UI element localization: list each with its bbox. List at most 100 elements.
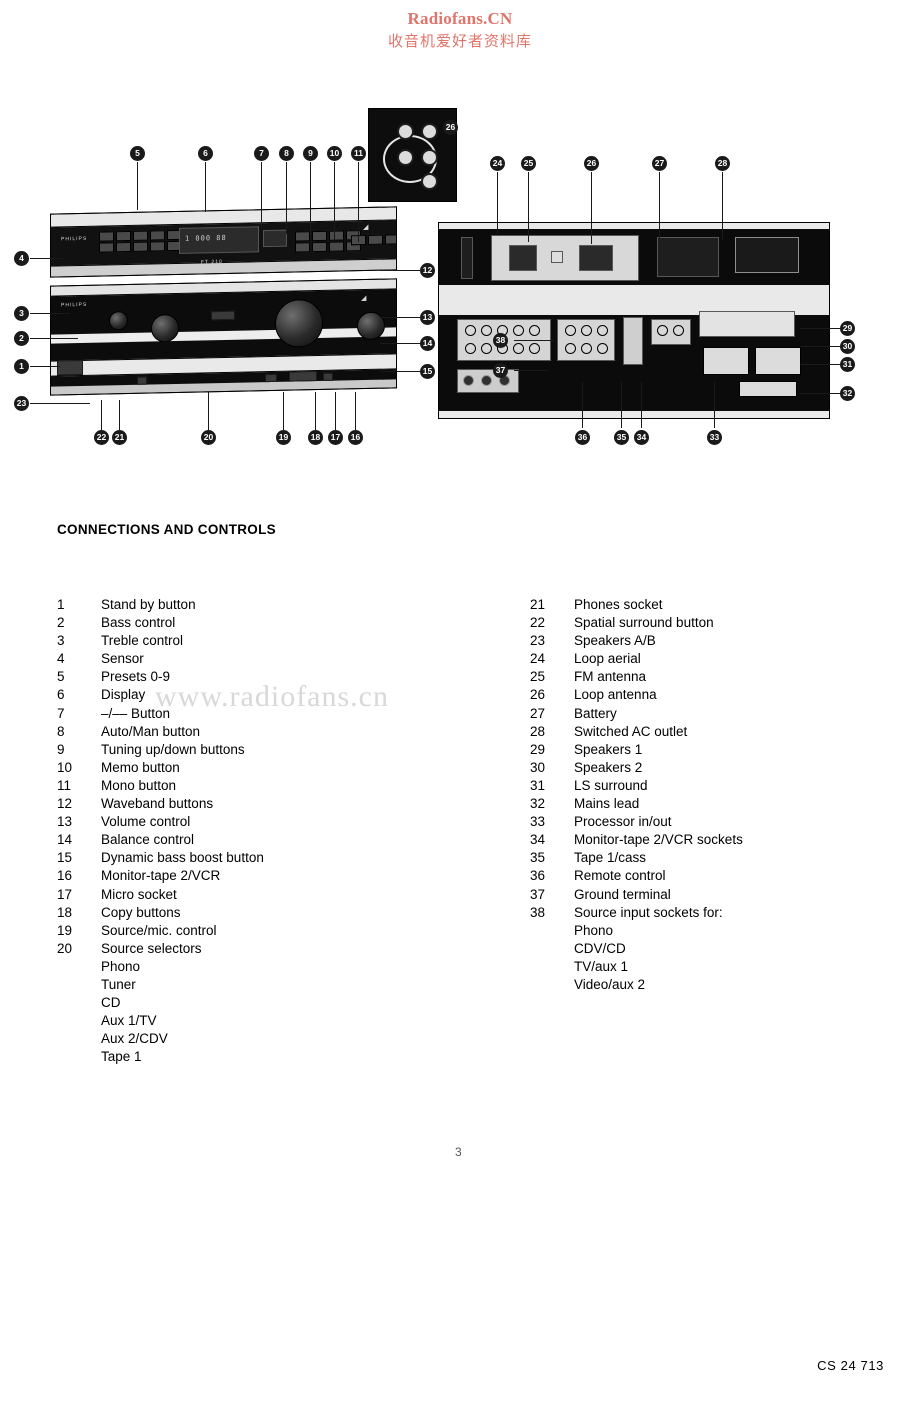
list-item: Tuner — [57, 976, 264, 994]
ground-terminal[interactable] — [463, 375, 474, 386]
callout-6: 6 — [198, 146, 213, 161]
antenna-terminal[interactable] — [397, 123, 414, 140]
antenna-terminal[interactable] — [421, 123, 438, 140]
preset-button[interactable] — [99, 242, 114, 253]
speakers-1-terminals[interactable] — [703, 347, 749, 375]
monitor-tape-jack[interactable] — [657, 325, 668, 336]
list-item-label: Sensor — [101, 651, 144, 667]
leader-31 — [800, 364, 840, 365]
list-item-label: Memo button — [101, 759, 180, 775]
speakers-2-terminals[interactable] — [755, 347, 801, 375]
list-item-number: 28 — [530, 723, 546, 739]
list-item-label: Aux 1/TV — [101, 1013, 157, 1029]
tuner-model-label: FT 210 — [201, 259, 223, 266]
tape-jack[interactable] — [581, 325, 592, 336]
list-item-label: Battery — [574, 705, 617, 721]
preset-button[interactable] — [99, 231, 114, 242]
list-item: 36 Remote control — [530, 867, 743, 885]
list-item-number — [530, 940, 574, 958]
waveband-button[interactable] — [368, 234, 383, 245]
list-item-number — [57, 1012, 101, 1030]
phones-socket[interactable] — [137, 376, 147, 385]
amp-top-bevel — [51, 279, 396, 297]
list-item: 8 Auto/Man button — [57, 723, 264, 741]
preset-button[interactable] — [133, 241, 148, 252]
monitor-tape-jack[interactable] — [673, 325, 684, 336]
loop-aerial-socket[interactable] — [509, 245, 537, 271]
tuning-button[interactable] — [295, 231, 310, 242]
list-item: TV/aux 1 — [530, 958, 743, 976]
list-item-label: Copy buttons — [101, 904, 181, 920]
fm-antenna-socket[interactable] — [579, 245, 613, 271]
tuning-button[interactable] — [329, 241, 344, 252]
callout-17: 17 — [328, 430, 343, 445]
list-item-label: Source/mic. control — [101, 922, 217, 938]
antenna-terminal[interactable] — [421, 173, 438, 190]
preset-button-row-1 — [99, 229, 182, 242]
source-input-jack[interactable] — [465, 325, 476, 336]
source-input-jack[interactable] — [465, 343, 476, 354]
switched-ac-outlet[interactable] — [735, 237, 799, 273]
preset-button[interactable] — [133, 230, 148, 241]
leader-19 — [283, 392, 284, 430]
tape-jack[interactable] — [581, 343, 592, 354]
watermark-top-line1: Radiofans.CN — [407, 9, 513, 28]
list-item-label: Video/aux 2 — [574, 976, 646, 992]
list-item-label: CD — [101, 995, 121, 1011]
callout-25: 25 — [521, 156, 536, 171]
sensor-window — [211, 310, 235, 321]
bass-control-knob[interactable] — [109, 311, 128, 331]
tape-jack[interactable] — [565, 325, 576, 336]
remote-control-socket[interactable] — [481, 375, 492, 386]
list-item-number: 12 — [57, 796, 73, 812]
tuner-top-bevel — [51, 207, 396, 228]
list-item-number — [57, 1030, 101, 1048]
tuning-button[interactable] — [295, 242, 310, 253]
preset-button[interactable] — [116, 230, 131, 242]
preset-button[interactable] — [150, 230, 165, 241]
list-item-number: 24 — [530, 651, 546, 667]
list-item-number: 38 — [530, 904, 546, 920]
list-item-label: Spatial surround button — [574, 615, 714, 631]
list-item-number — [57, 1048, 101, 1066]
list-item-label: Mains lead — [574, 796, 640, 812]
antenna-terminal[interactable] — [421, 149, 438, 166]
list-item-number: 36 — [530, 868, 546, 884]
source-input-jack[interactable] — [481, 343, 492, 354]
list-item-label: Speakers 1 — [574, 741, 643, 757]
tuning-button[interactable] — [329, 230, 344, 241]
source-input-jack[interactable] — [513, 325, 524, 336]
tape-jack[interactable] — [597, 325, 608, 336]
source-input-jack[interactable] — [513, 343, 524, 354]
antenna-terminal[interactable] — [397, 149, 414, 166]
waveband-button[interactable] — [385, 234, 397, 245]
micro-socket[interactable] — [265, 373, 277, 383]
tuning-button[interactable] — [312, 241, 327, 253]
tape-jack[interactable] — [597, 343, 608, 354]
list-item: Phono — [530, 922, 743, 940]
volume-control-knob[interactable] — [275, 298, 323, 348]
list-item: CD — [57, 994, 264, 1012]
list-item: 14 Balance control — [57, 831, 264, 849]
ls-surround-terminals[interactable] — [739, 381, 797, 397]
tape-jack[interactable] — [565, 343, 576, 354]
list-item-label: Monitor-tape 2/VCR sockets — [574, 832, 743, 848]
preset-button[interactable] — [150, 241, 165, 252]
callout-26-inset: 26 — [443, 120, 458, 135]
source-mic-control[interactable] — [323, 372, 333, 381]
standby-button[interactable] — [57, 359, 83, 376]
source-input-jack[interactable] — [529, 325, 540, 336]
list-item: 34 Monitor-tape 2/VCR sockets — [530, 831, 743, 849]
list-item-number: 2 — [57, 615, 65, 631]
list-item: 3 Treble control — [57, 632, 264, 650]
preset-button[interactable] — [116, 241, 131, 253]
list-item-number — [57, 994, 101, 1012]
tuning-button[interactable] — [312, 230, 327, 242]
list-item-label: Processor in/out — [574, 814, 672, 830]
source-input-jack[interactable] — [529, 343, 540, 354]
list-item: 30 Speakers 2 — [530, 759, 743, 777]
list-item: 2 Bass control — [57, 614, 264, 632]
copy-buttons[interactable] — [289, 371, 317, 382]
source-input-jack[interactable] — [481, 325, 492, 336]
leader-26 — [591, 172, 592, 244]
